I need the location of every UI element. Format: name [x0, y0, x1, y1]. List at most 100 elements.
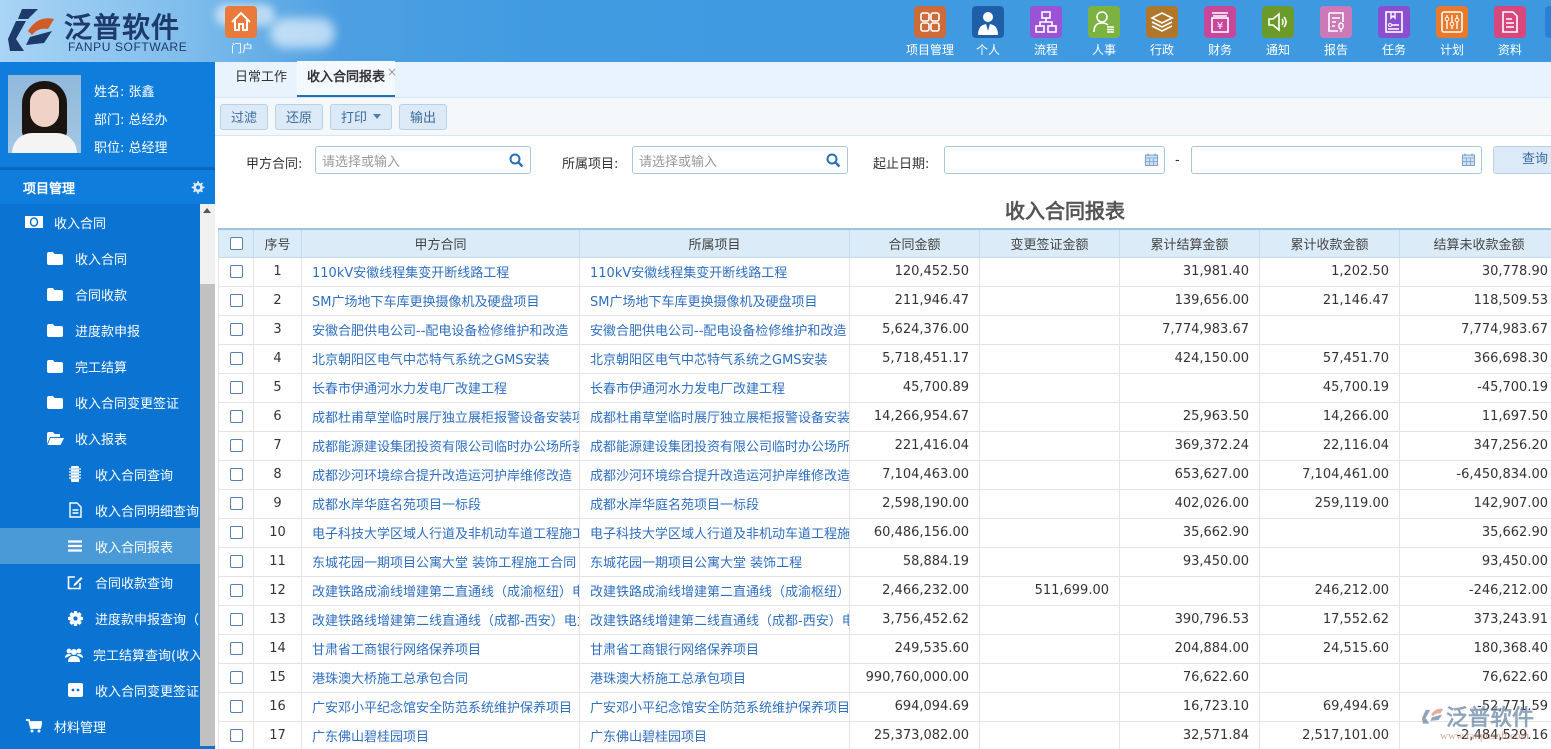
project-link[interactable]: SM广场地下车库更换摄像机及硬盘项目: [579, 285, 850, 316]
table-row[interactable]: 15 港珠澳大桥施工总承包合同 港珠澳大桥施工总承包项目 990,760,000.00…: [218, 662, 1551, 693]
calendar-icon[interactable]: [1145, 153, 1158, 166]
sidebar-item-income-contract-detail-query[interactable]: 收入合同明细查询: [0, 492, 200, 528]
table-row[interactable]: 6 成都杜甫草堂临时展厅独立展柜报警设备安装项 成都杜甫草堂临时展厅独立展柜报警设备…: [218, 401, 1551, 432]
table-row[interactable]: 16 广安邓小平纪念馆安全防范系统维护保养项目 广安邓小平纪念馆安全防范系统维护保养…: [218, 691, 1551, 722]
row-checkbox[interactable]: [218, 459, 254, 490]
project-link[interactable]: 成都水岸华庭名苑项目一标段: [579, 488, 850, 519]
row-checkbox[interactable]: [218, 633, 254, 664]
project-link[interactable]: 110kV安徽线程集变开断线路工程: [579, 256, 850, 287]
party-a-contract-link[interactable]: 110kV安徽线程集变开断线路工程: [301, 256, 580, 287]
nav-workflow[interactable]: 流程: [1017, 6, 1075, 58]
column-header-index[interactable]: 序号: [253, 228, 302, 258]
module-header[interactable]: 项目管理: [0, 170, 215, 204]
sidebar-item-income-contract-report[interactable]: 收入合同报表: [0, 528, 200, 564]
query-button[interactable]: 查询: [1493, 146, 1551, 174]
nav-task[interactable]: 任务: [1365, 6, 1423, 58]
party-a-contract-link[interactable]: 北京朝阳区电气中芯特气系统之GMS安装: [301, 343, 580, 374]
brand-logo[interactable]: 泛普软件 FANPU SOFTWARE: [8, 6, 198, 54]
gear-icon[interactable]: [190, 180, 205, 195]
row-checkbox[interactable]: [218, 720, 254, 749]
table-row[interactable]: 10 电子科技大学区域人行道及非机动车道工程施工 电子科技大学区域人行道及非机动车道…: [218, 517, 1551, 548]
sidebar-item-material-management[interactable]: 材料管理: [0, 708, 200, 744]
export-button[interactable]: 输出: [399, 103, 448, 130]
project-link[interactable]: 广东佛山碧桂园项目: [579, 720, 850, 749]
calendar-icon[interactable]: [1462, 153, 1475, 166]
nav-report[interactable]: 报告: [1307, 6, 1365, 58]
party-a-contract-link[interactable]: 改建铁路线增建第二线直通线（成都-西安）电力: [301, 604, 580, 635]
project-link[interactable]: 成都能源建设集团投资有限公司临时办公场所: [579, 430, 850, 461]
project-link[interactable]: 改建铁路成渝线增建第二直通线（成渝枢纽）: [579, 575, 850, 606]
row-checkbox[interactable]: [218, 517, 254, 548]
nav-notice[interactable]: 通知: [1249, 6, 1307, 58]
column-header-contract-amount[interactable]: 合同金额: [849, 228, 980, 258]
project-link[interactable]: 改建铁路线增建第二线直通线（成都-西安）电: [579, 604, 850, 635]
search-icon[interactable]: [826, 153, 841, 168]
sidebar-item-contract-receipt-query[interactable]: 合同收款查询: [0, 564, 200, 600]
party-a-contract-link[interactable]: 港珠澳大桥施工总承包合同: [301, 662, 580, 693]
table-row[interactable]: 2 SM广场地下车库更换摄像机及硬盘项目 SM广场地下车库更换摄像机及硬盘项目 211…: [218, 285, 1551, 316]
scroll-up-arrow-icon[interactable]: [203, 208, 211, 213]
select-all-checkbox[interactable]: [218, 228, 254, 258]
party-a-contract-link[interactable]: SM广场地下车库更换摄像机及硬盘项目: [301, 285, 580, 316]
party-a-contract-link[interactable]: 广东佛山碧桂园项目: [301, 720, 580, 749]
table-row[interactable]: 14 甘肃省工商银行网络保养项目 甘肃省工商银行网络保养项目 249,535.60 20…: [218, 633, 1551, 664]
row-checkbox[interactable]: [218, 343, 254, 374]
tab-daily-work[interactable]: 日常工作: [225, 61, 297, 97]
row-checkbox[interactable]: [218, 314, 254, 345]
sidebar-item-change-visa-query[interactable]: 收入合同变更签证: [0, 672, 200, 708]
nav-hr[interactable]: 人事: [1075, 6, 1133, 58]
party-a-input[interactable]: 请选择或输入: [315, 146, 531, 174]
party-a-contract-link[interactable]: 成都杜甫草堂临时展厅独立展柜报警设备安装项: [301, 401, 580, 432]
table-row[interactable]: 7 成都能源建设集团投资有限公司临时办公场所装 成都能源建设集团投资有限公司临时办公…: [218, 430, 1551, 461]
row-checkbox[interactable]: [218, 430, 254, 461]
sidebar-item-income-contract-query[interactable]: 收入合同查询: [0, 456, 200, 492]
print-button[interactable]: 打印: [330, 103, 393, 130]
row-checkbox[interactable]: [218, 575, 254, 606]
search-icon[interactable]: [509, 153, 524, 168]
sidebar-item-progress-payment-query[interactable]: 进度款申报查询（: [0, 600, 200, 636]
table-row[interactable]: 3 安徽合肥供电公司--配电设备检修维护和改造 安徽合肥供电公司--配电设备检修维护…: [218, 314, 1551, 345]
table-row[interactable]: 1 110kV安徽线程集变开断线路工程 110kV安徽线程集变开断线路工程 120,4…: [218, 256, 1551, 287]
row-checkbox[interactable]: [218, 604, 254, 635]
end-date-input[interactable]: [1191, 146, 1482, 174]
nav-personal[interactable]: 个人: [959, 6, 1017, 58]
project-link[interactable]: 东城花园一期项目公寓大堂 装饰工程: [579, 546, 850, 577]
party-a-contract-link[interactable]: 成都沙河环境综合提升改造运河护岸维修改造: [301, 459, 580, 490]
nav-plan[interactable]: 计划: [1423, 6, 1481, 58]
party-a-contract-link[interactable]: 改建铁路成渝线增建第二直通线（成渝枢纽）电: [301, 575, 580, 606]
row-checkbox[interactable]: [218, 285, 254, 316]
sidebar-item-completion-settlement[interactable]: 完工结算: [0, 348, 200, 384]
table-row[interactable]: 13 改建铁路线增建第二线直通线（成都-西安）电力 改建铁路线增建第二线直通线（成都…: [218, 604, 1551, 635]
table-row[interactable]: 8 成都沙河环境综合提升改造运河护岸维修改造 成都沙河环境综合提升改造运河护岸维修改…: [218, 459, 1551, 490]
column-header-project[interactable]: 所属项目: [579, 228, 850, 258]
filter-button[interactable]: 过滤: [220, 103, 269, 130]
row-checkbox[interactable]: [218, 372, 254, 403]
row-checkbox[interactable]: [218, 662, 254, 693]
nav-project-management[interactable]: 项目管理: [901, 6, 959, 58]
sidebar-item-income-contract[interactable]: 收入合同: [0, 240, 200, 276]
table-row[interactable]: 9 成都水岸华庭名苑项目一标段 成都水岸华庭名苑项目一标段 2,598,190.00 4…: [218, 488, 1551, 519]
party-a-contract-link[interactable]: 东城花园一期项目公寓大堂 装饰工程施工合同: [301, 546, 580, 577]
nav-finance[interactable]: ¥ 财务: [1191, 6, 1249, 58]
project-link[interactable]: 成都杜甫草堂临时展厅独立展柜报警设备安装: [579, 401, 850, 432]
project-link[interactable]: 广安邓小平纪念馆安全防范系统维护保养项目: [579, 691, 850, 722]
project-link[interactable]: 港珠澳大桥施工总承包项目: [579, 662, 850, 693]
party-a-contract-link[interactable]: 成都水岸华庭名苑项目一标段: [301, 488, 580, 519]
party-a-contract-link[interactable]: 甘肃省工商银行网络保养项目: [301, 633, 580, 664]
party-a-contract-link[interactable]: 电子科技大学区域人行道及非机动车道工程施工: [301, 517, 580, 548]
column-header-received-amount[interactable]: 累计收款金额: [1259, 228, 1400, 258]
sidebar-item-contract-receipts[interactable]: 合同收款: [0, 276, 200, 312]
row-checkbox[interactable]: [218, 546, 254, 577]
table-row[interactable]: 4 北京朝阳区电气中芯特气系统之GMS安装 北京朝阳区电气中芯特气系统之GMS安装 5…: [218, 343, 1551, 374]
reset-button[interactable]: 还原: [275, 103, 324, 130]
close-tab-icon[interactable]: ×: [387, 55, 397, 89]
sidebar-scrollbar[interactable]: [200, 204, 215, 746]
project-link[interactable]: 长春市伊通河水力发电厂改建工程: [579, 372, 850, 403]
sidebar-item-progress-payment[interactable]: 进度款申报: [0, 312, 200, 348]
project-link[interactable]: 成都沙河环境综合提升改造运河护岸维修改造: [579, 459, 850, 490]
row-checkbox[interactable]: [218, 401, 254, 432]
project-input[interactable]: 请选择或输入: [632, 146, 848, 174]
party-a-contract-link[interactable]: 长春市伊通河水力发电厂改建工程: [301, 372, 580, 403]
table-row[interactable]: 5 长春市伊通河水力发电厂改建工程 长春市伊通河水力发电厂改建工程 45,700.89…: [218, 372, 1551, 403]
column-header-change-visa-amount[interactable]: 变更签证金额: [979, 228, 1120, 258]
